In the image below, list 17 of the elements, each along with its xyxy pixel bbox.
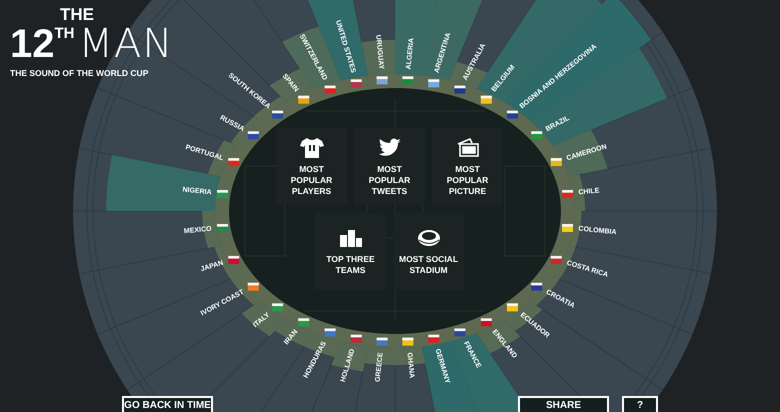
- logo-text: THE: [59, 6, 95, 24]
- logo-text: MAN: [78, 24, 174, 64]
- menu-card[interactable]: TOP THREE TEAMS: [315, 213, 386, 290]
- nav-button[interactable]: GO BACK IN TIME: [122, 396, 213, 412]
- tagline: THE SOUND OF THE WORLD CUP: [10, 68, 150, 78]
- menu-card[interactable]: MOST SOCIAL STADIUM: [393, 213, 464, 290]
- stadium-icon: [416, 227, 440, 249]
- podium-icon: [338, 227, 362, 249]
- bird-icon: [378, 136, 402, 158]
- logo-number: 12$^{TH}$: [10, 24, 74, 64]
- menu-card[interactable]: MOST POPULAR PICTURE: [432, 128, 503, 205]
- menu-card[interactable]: MOST POPULAR PLAYERS: [276, 128, 347, 205]
- photos-icon: [456, 136, 480, 158]
- menu-card[interactable]: MOST POPULAR TWEETS: [354, 128, 425, 205]
- nav-button[interactable]: ?: [622, 396, 658, 412]
- nav-button[interactable]: SHARE: [518, 396, 609, 412]
- shirt-icon: [300, 136, 324, 158]
